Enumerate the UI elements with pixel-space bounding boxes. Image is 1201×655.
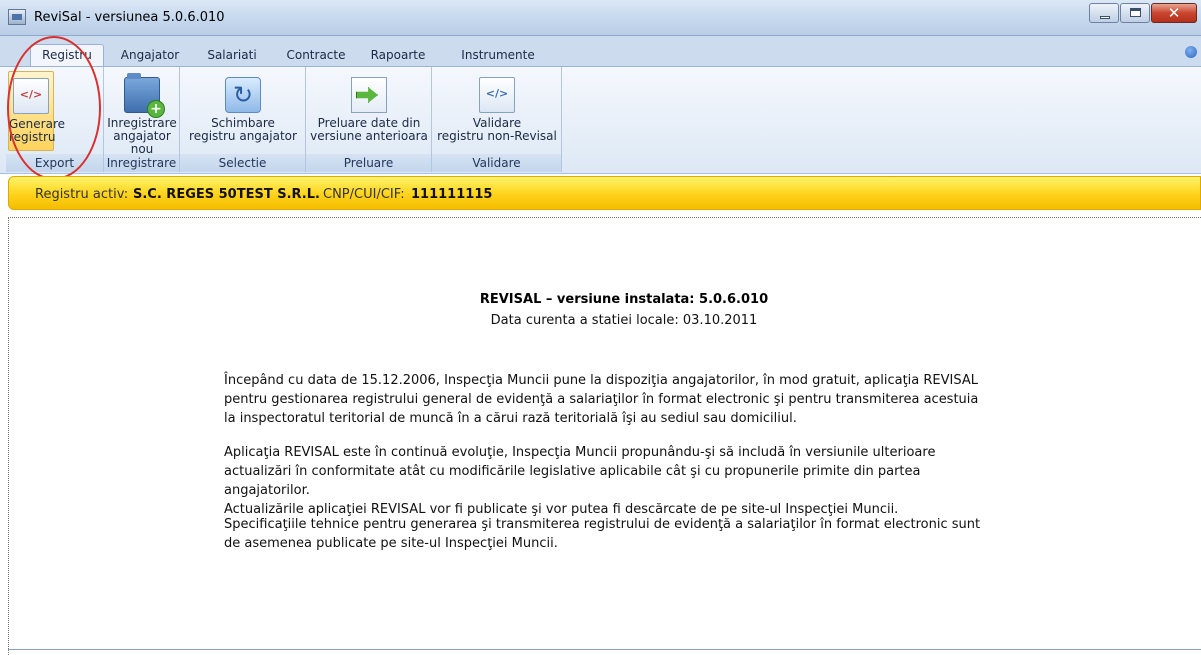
- tab-instrumente[interactable]: Instrumente: [450, 45, 546, 65]
- ribbon-panel: </> Generare registru Export + Inregistr…: [0, 66, 1201, 174]
- validare-registru-button[interactable]: </> Validare registru non-Revisal: [434, 71, 560, 151]
- active-register-label: Registru activ:: [35, 187, 129, 202]
- minimize-button[interactable]: [1089, 3, 1119, 23]
- group-inregistrare: + Inregistrare angajator nou Inregistrar…: [104, 67, 180, 172]
- group-label-selectie: Selectie: [180, 154, 305, 172]
- generare-registru-button[interactable]: </> Generare registru: [8, 71, 65, 151]
- status-strip: [8, 649, 1201, 655]
- active-register-bar: Registru activ: S.C. REGES 50TEST S.R.L.…: [8, 176, 1201, 210]
- button-label-line2: registru: [9, 130, 56, 144]
- group-export: </> Generare registru Export: [6, 67, 104, 172]
- close-icon: ✕: [1167, 4, 1181, 22]
- app-icon: [8, 9, 26, 25]
- group-preluare: Preluare date din versiune anterioara Pr…: [306, 67, 432, 172]
- plus-icon: +: [147, 100, 165, 118]
- inregistrare-angajator-button[interactable]: + Inregistrare angajator nou: [104, 71, 180, 156]
- info-paragraph-3: Specificaţiile tehnice pentru generarea …: [224, 517, 981, 551]
- active-company-name: S.C. REGES 50TEST S.R.L.: [133, 187, 320, 202]
- group-validare: </> Validare registru non-Revisal Valida…: [432, 67, 562, 172]
- window-title: ReviSal - versiunea 5.0.6.010: [34, 10, 225, 25]
- validate-document-icon: </>: [479, 77, 515, 113]
- xml-document-icon: </>: [13, 78, 49, 114]
- import-icon: [351, 77, 387, 113]
- group-label-preluare: Preluare: [306, 154, 431, 172]
- group-selectie: ↻ Schimbare registru angajator Selectie: [180, 67, 306, 172]
- add-folder-icon: +: [124, 73, 165, 118]
- tab-contracte[interactable]: Contracte: [280, 45, 352, 65]
- ribbon-tabs: Registru Angajator Salariati Contracte R…: [0, 36, 1201, 67]
- group-label-inregistrare: Inregistrare: [104, 154, 179, 172]
- button-label-line2: registru angajator: [189, 129, 297, 143]
- info-paragraph-2: Aplicaţia REVISAL este în continuă evolu…: [224, 445, 936, 517]
- title-bar: ReviSal - versiunea 5.0.6.010 ✕: [0, 0, 1201, 36]
- schimbare-registru-button[interactable]: ↻ Schimbare registru angajator: [182, 71, 304, 151]
- refresh-icon: ↻: [225, 77, 261, 113]
- window-controls: ✕: [1088, 3, 1197, 23]
- tab-rapoarte[interactable]: Rapoarte: [360, 45, 436, 65]
- cui-label: CNP/CUI/CIF:: [323, 187, 405, 202]
- group-label-validare: Validare: [432, 154, 561, 172]
- info-paragraph-1: Începând cu data de 15.12.2006, Inspecţi…: [224, 373, 979, 426]
- tab-registru[interactable]: Registru: [30, 44, 104, 67]
- ribbon: Registru Angajator Salariati Contracte R…: [0, 36, 1201, 174]
- group-label-export: Export: [6, 154, 103, 172]
- button-label-line2: angajator nou: [113, 129, 171, 156]
- minimize-icon: [1100, 16, 1110, 19]
- button-label-line2: registru non-Revisal: [437, 129, 557, 143]
- help-icon[interactable]: [1185, 46, 1197, 58]
- content-area: REVISAL – versiune instalata: 5.0.6.010 …: [8, 217, 1201, 655]
- button-label-line2: versiune anterioara: [310, 129, 428, 143]
- tab-angajator[interactable]: Angajator: [110, 45, 190, 65]
- close-button[interactable]: ✕: [1151, 3, 1197, 23]
- current-date: Data curenta a statiei locale: 03.10.201…: [490, 313, 758, 328]
- version-title: REVISAL – versiune instalata: 5.0.6.010: [479, 292, 769, 307]
- tab-salariati[interactable]: Salariati: [194, 45, 270, 65]
- maximize-button[interactable]: [1120, 3, 1150, 23]
- cui-value: 111111115: [411, 187, 493, 202]
- maximize-icon: [1130, 8, 1141, 17]
- preluare-date-button[interactable]: Preluare date din versiune anterioara: [308, 71, 430, 151]
